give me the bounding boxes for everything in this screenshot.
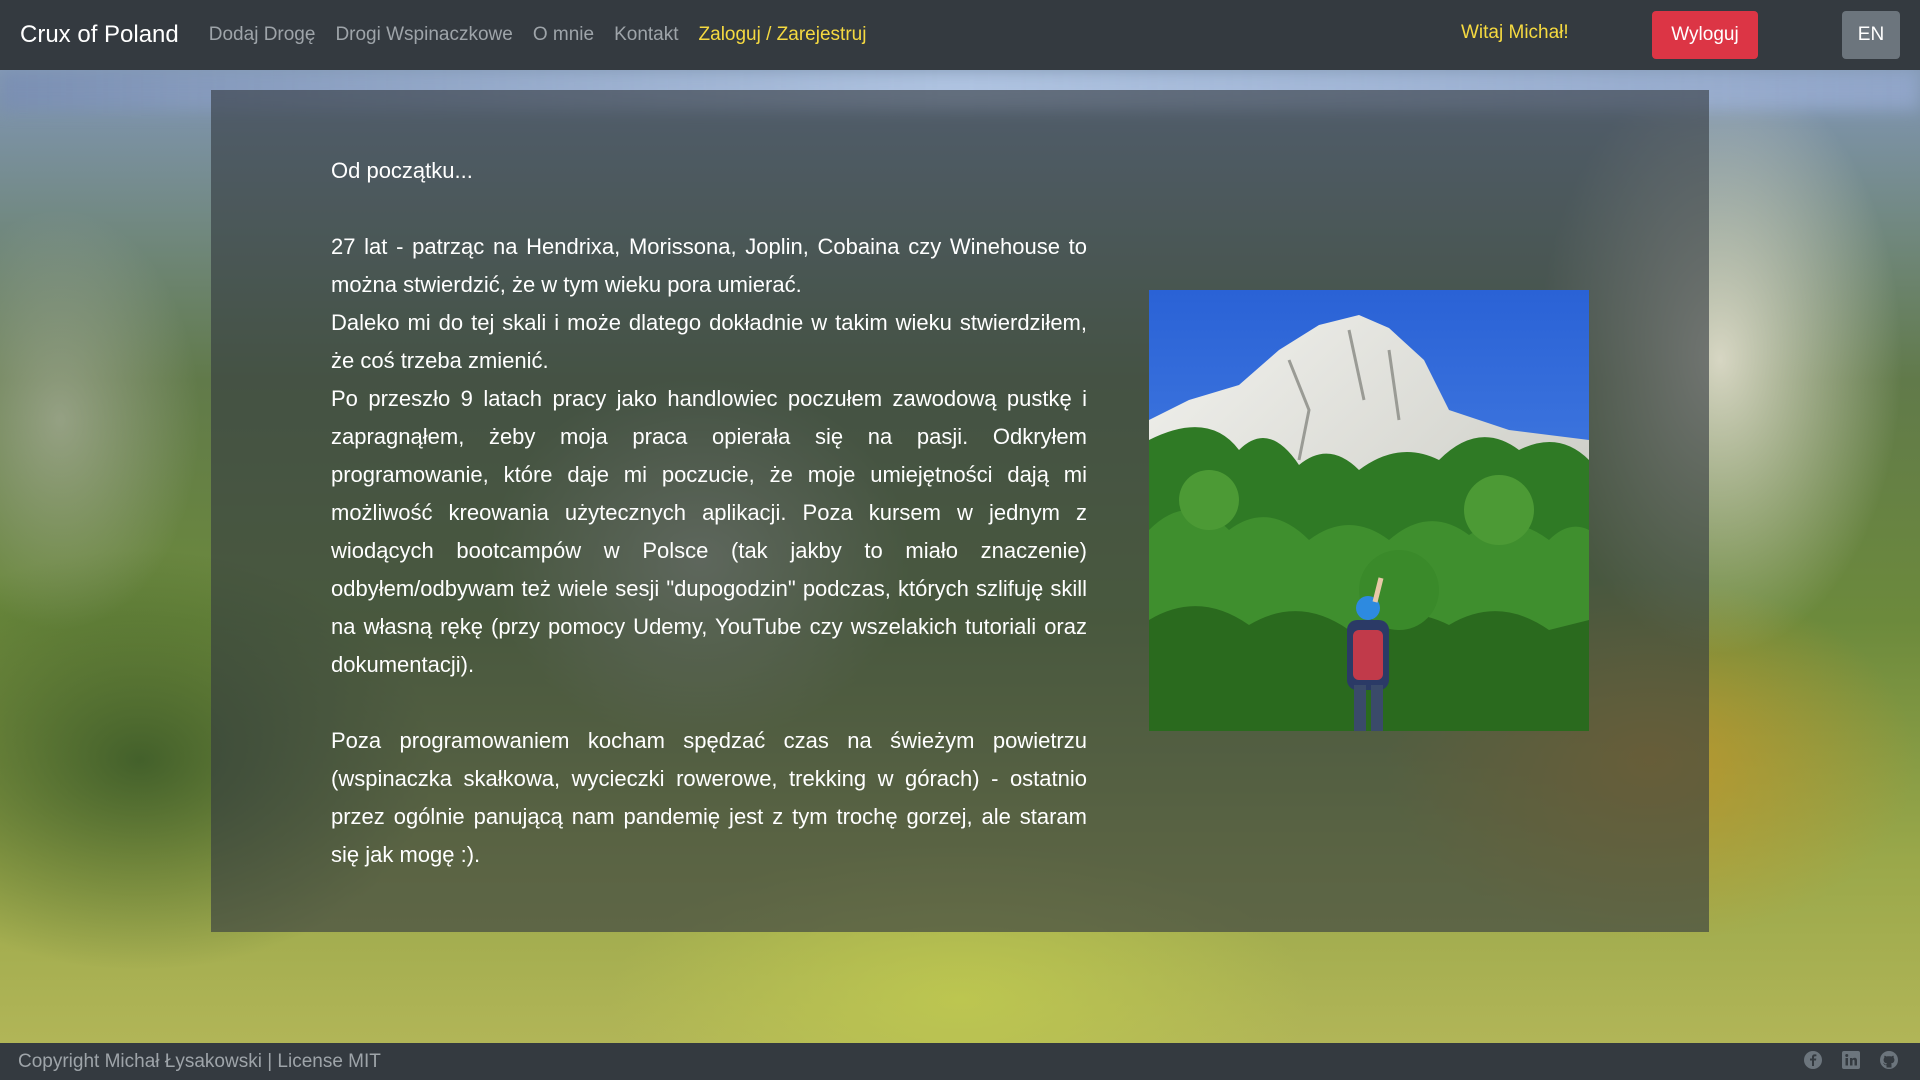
copyright-text: Copyright Michał Łysakowski | License MI… (18, 1050, 381, 1072)
about-heading: Od początku... (331, 158, 473, 183)
logout-button[interactable]: Wyloguj (1652, 11, 1758, 59)
about-paragraph-3: Po przeszło 9 latach pracy jako handlowi… (331, 386, 1087, 677)
about-paragraph-2: Daleko mi do tej skali i może dlatego do… (331, 310, 1087, 373)
about-text: Od początku... 27 lat - patrząc na Hendr… (331, 152, 1087, 874)
github-icon[interactable] (1878, 1049, 1900, 1071)
facebook-icon[interactable] (1802, 1049, 1824, 1071)
climber-photo (1149, 290, 1589, 731)
about-paragraph-1: 27 lat - patrząc na Hendrixa, Morissona,… (331, 234, 1087, 297)
linkedin-icon[interactable] (1840, 1049, 1862, 1071)
nav-link-contact[interactable]: Kontakt (614, 24, 678, 46)
nav-link-about[interactable]: O mnie (533, 24, 594, 46)
about-panel: Od początku... 27 lat - patrząc na Hendr… (211, 90, 1709, 932)
brand-logo[interactable]: Crux of Poland (20, 21, 179, 49)
nav-link-add-route[interactable]: Dodaj Drogę (209, 24, 316, 46)
about-paragraph-4: Poza programowaniem kocham spędzać czas … (331, 728, 1087, 867)
welcome-message: Witaj Michał! (1461, 22, 1569, 43)
nav-link-climbing-routes[interactable]: Drogi Wspinaczkowe (335, 24, 512, 46)
navbar: Crux of Poland Dodaj Drogę Drogi Wspinac… (0, 0, 1920, 70)
language-toggle-button[interactable]: EN (1842, 11, 1900, 59)
social-links (1802, 1049, 1900, 1071)
nav-link-login-register[interactable]: Zaloguj / Zarejestruj (699, 24, 867, 46)
footer: Copyright Michał Łysakowski | License MI… (0, 1043, 1920, 1080)
